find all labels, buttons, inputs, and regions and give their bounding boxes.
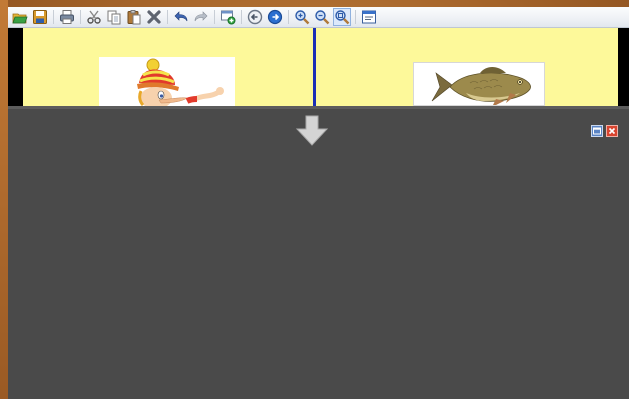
toolbar-separator xyxy=(53,10,54,24)
zoom-out-icon xyxy=(315,10,330,25)
redo-icon xyxy=(194,11,208,22)
view-mode-button[interactable] xyxy=(361,9,377,25)
toolbar xyxy=(8,7,629,28)
delete-button[interactable] xyxy=(146,9,162,25)
toolbar-separator xyxy=(214,10,215,24)
close-icon xyxy=(606,125,618,137)
paste-button[interactable] xyxy=(126,9,142,25)
previous-page-button[interactable] xyxy=(247,9,263,25)
x-mark-icon xyxy=(147,10,161,24)
add-page-icon xyxy=(221,10,236,25)
open-button[interactable] xyxy=(12,9,28,25)
undo-icon xyxy=(174,11,188,22)
fish-image xyxy=(431,67,531,105)
redo-button[interactable] xyxy=(193,9,209,25)
toolbar-separator xyxy=(355,10,356,24)
toolbar-separator xyxy=(80,10,81,24)
zoom-out-button[interactable] xyxy=(314,9,330,25)
arrow-left-circle-icon xyxy=(247,9,263,25)
open-folder-icon xyxy=(12,13,28,24)
window-frame-left xyxy=(0,0,8,399)
bottom-panel[interactable] xyxy=(8,106,629,399)
zoom-in-icon xyxy=(295,10,310,25)
slide-canvas[interactable] xyxy=(8,28,629,106)
printer-icon xyxy=(60,10,74,24)
restore-icon xyxy=(591,125,603,137)
zoom-fit-button[interactable] xyxy=(333,8,351,26)
cut-button[interactable] xyxy=(86,9,102,25)
panel-close-button[interactable] xyxy=(606,124,618,137)
toolbar-separator xyxy=(288,10,289,24)
fish-image-card[interactable] xyxy=(413,62,545,106)
floppy-disk-icon xyxy=(33,10,47,24)
collapse-panel-handle[interactable] xyxy=(293,114,331,148)
cartoon-boy-image xyxy=(137,58,224,106)
zoom-fit-icon xyxy=(335,10,350,25)
toolbar-separator xyxy=(167,10,168,24)
clipboard-icon xyxy=(127,10,141,25)
arrow-right-circle-icon xyxy=(267,9,283,25)
copy-button[interactable] xyxy=(106,9,122,25)
copy-icon xyxy=(107,10,121,25)
toolbar-separator xyxy=(241,10,242,24)
add-page-button[interactable] xyxy=(220,9,236,25)
window-layout-icon xyxy=(362,10,376,24)
down-arrow-icon xyxy=(295,115,329,146)
scissors-icon xyxy=(87,10,101,24)
zoom-in-button[interactable] xyxy=(294,9,310,25)
panel-restore-button[interactable] xyxy=(591,124,603,137)
save-button[interactable] xyxy=(32,9,48,25)
undo-button[interactable] xyxy=(173,9,189,25)
next-page-button[interactable] xyxy=(267,9,283,25)
print-button[interactable] xyxy=(59,9,75,25)
boy-image-card[interactable] xyxy=(99,57,235,106)
